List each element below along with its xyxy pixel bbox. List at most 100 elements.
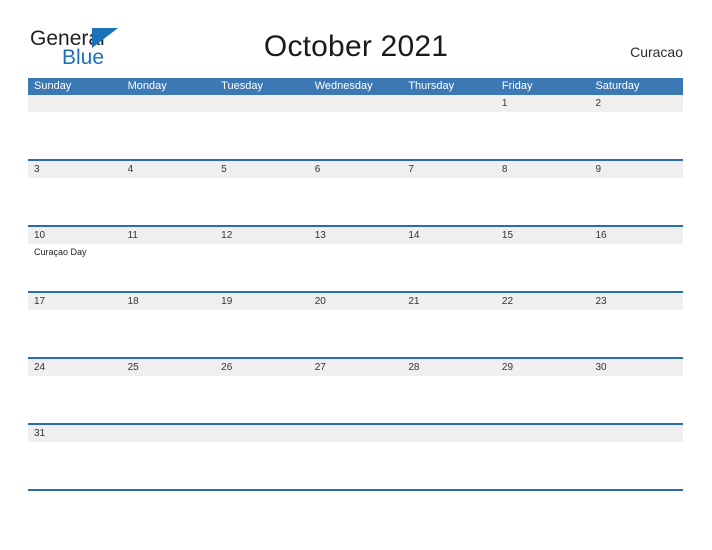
day-cell[interactable] xyxy=(589,112,683,159)
day-cell[interactable] xyxy=(309,178,403,225)
day-cell[interactable] xyxy=(215,178,309,225)
day-number[interactable]: 3 xyxy=(28,161,122,178)
day-number[interactable]: 14 xyxy=(402,227,496,244)
day-number[interactable] xyxy=(589,425,683,442)
day-cell[interactable] xyxy=(215,244,309,291)
day-number[interactable]: 29 xyxy=(496,359,590,376)
weekday-header-monday: Monday xyxy=(127,80,167,92)
day-cell[interactable] xyxy=(309,244,403,291)
day-number[interactable]: 21 xyxy=(402,293,496,310)
day-cell[interactable] xyxy=(122,112,216,159)
day-cell[interactable] xyxy=(402,376,496,423)
day-number[interactable]: 4 xyxy=(122,161,216,178)
day-cell[interactable] xyxy=(402,112,496,159)
day-number[interactable]: 7 xyxy=(402,161,496,178)
day-number[interactable]: 12 xyxy=(215,227,309,244)
day-number[interactable] xyxy=(309,95,403,112)
day-cell[interactable] xyxy=(589,178,683,225)
day-cell[interactable] xyxy=(402,310,496,357)
day-number[interactable]: 30 xyxy=(589,359,683,376)
day-number[interactable]: 23 xyxy=(589,293,683,310)
day-number[interactable]: 16 xyxy=(589,227,683,244)
day-cell[interactable] xyxy=(309,310,403,357)
day-cell[interactable] xyxy=(122,178,216,225)
day-number[interactable]: 25 xyxy=(122,359,216,376)
day-cell[interactable] xyxy=(589,244,683,291)
day-cell[interactable] xyxy=(496,376,590,423)
day-cell[interactable] xyxy=(122,442,216,489)
day-cell[interactable] xyxy=(309,376,403,423)
week-event-band xyxy=(28,310,683,357)
weekday-header-thursday: Thursday xyxy=(408,80,455,92)
week-event-band xyxy=(28,376,683,423)
weekday-header-friday: Friday xyxy=(501,80,533,92)
day-cell[interactable] xyxy=(496,112,590,159)
day-number[interactable]: 27 xyxy=(309,359,403,376)
week-event-band xyxy=(28,178,683,225)
weekday-header-saturday: Saturday xyxy=(595,80,640,92)
day-cell[interactable] xyxy=(215,310,309,357)
day-number[interactable]: 26 xyxy=(215,359,309,376)
day-number[interactable]: 13 xyxy=(309,227,403,244)
day-number[interactable]: 18 xyxy=(122,293,216,310)
day-cell[interactable] xyxy=(28,376,122,423)
day-number[interactable] xyxy=(402,425,496,442)
day-number[interactable]: 31 xyxy=(28,425,122,442)
day-cell[interactable] xyxy=(402,244,496,291)
day-number[interactable]: 22 xyxy=(496,293,590,310)
day-cell[interactable] xyxy=(402,442,496,489)
day-cell[interactable] xyxy=(589,310,683,357)
weekday-header-sunday: Sunday xyxy=(34,80,72,92)
day-number[interactable]: 20 xyxy=(309,293,403,310)
day-cell[interactable] xyxy=(122,244,216,291)
day-number[interactable] xyxy=(309,425,403,442)
week-row: 17 18 19 20 21 22 23 xyxy=(28,293,683,359)
calendar-page: General Blue October 2021 Curacao Sunday… xyxy=(0,0,712,550)
day-cell[interactable] xyxy=(122,376,216,423)
day-cell[interactable] xyxy=(589,376,683,423)
day-cell[interactable] xyxy=(215,112,309,159)
day-number[interactable]: 6 xyxy=(309,161,403,178)
day-cell[interactable] xyxy=(28,310,122,357)
day-number[interactable] xyxy=(402,95,496,112)
day-cell[interactable] xyxy=(28,178,122,225)
day-number[interactable]: 28 xyxy=(402,359,496,376)
day-number[interactable] xyxy=(122,425,216,442)
weekday-header-tuesday: Tuesday xyxy=(221,80,263,92)
day-number[interactable]: 11 xyxy=(122,227,216,244)
week-row: 3 4 5 6 7 8 9 xyxy=(28,161,683,227)
day-number[interactable]: 10 xyxy=(28,227,122,244)
day-cell[interactable] xyxy=(215,442,309,489)
day-number[interactable] xyxy=(496,425,590,442)
day-number[interactable]: 1 xyxy=(496,95,590,112)
day-cell[interactable] xyxy=(122,310,216,357)
week-date-band: 1 2 xyxy=(28,95,683,112)
day-number[interactable] xyxy=(215,425,309,442)
day-number[interactable] xyxy=(122,95,216,112)
day-cell[interactable] xyxy=(309,112,403,159)
day-number[interactable]: 17 xyxy=(28,293,122,310)
day-number[interactable]: 24 xyxy=(28,359,122,376)
day-cell[interactable] xyxy=(28,442,122,489)
day-cell[interactable] xyxy=(496,244,590,291)
day-cell[interactable] xyxy=(589,442,683,489)
day-number[interactable]: 19 xyxy=(215,293,309,310)
day-number[interactable] xyxy=(215,95,309,112)
day-cell[interactable] xyxy=(496,310,590,357)
day-number[interactable]: 5 xyxy=(215,161,309,178)
day-number[interactable]: 2 xyxy=(589,95,683,112)
day-number[interactable]: 15 xyxy=(496,227,590,244)
day-cell[interactable] xyxy=(309,442,403,489)
day-cell[interactable]: Curaçao Day xyxy=(28,244,122,291)
weekday-header-wednesday: Wednesday xyxy=(314,80,373,92)
week-row: 31 xyxy=(28,425,683,491)
week-date-band: 24 25 26 27 28 29 30 xyxy=(28,359,683,376)
day-number[interactable]: 9 xyxy=(589,161,683,178)
day-cell[interactable] xyxy=(28,112,122,159)
day-number[interactable] xyxy=(28,95,122,112)
day-cell[interactable] xyxy=(496,178,590,225)
day-cell[interactable] xyxy=(402,178,496,225)
day-cell[interactable] xyxy=(215,376,309,423)
day-number[interactable]: 8 xyxy=(496,161,590,178)
day-cell[interactable] xyxy=(496,442,590,489)
